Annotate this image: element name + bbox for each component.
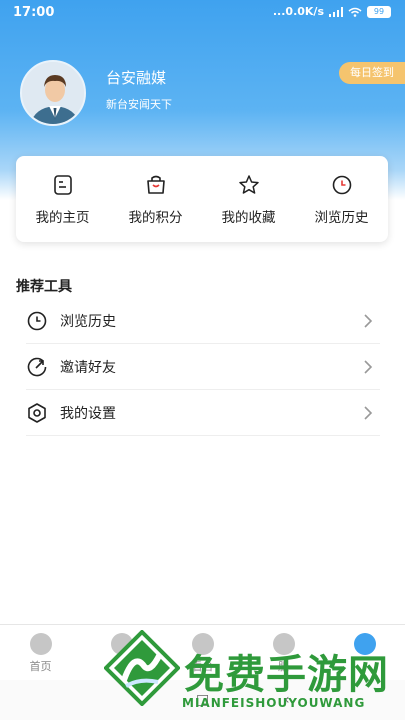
settings-hex-icon [28, 402, 46, 423]
quick-label: 我的主页 [35, 210, 90, 226]
signal-icon [329, 6, 343, 17]
tool-row-invite[interactable]: 邀请好友 [26, 344, 380, 390]
quick-item-homepage[interactable]: 我的主页 [16, 156, 109, 242]
clock-icon [27, 311, 47, 330]
wifi-icon [348, 7, 362, 17]
network-speed: ...0.0K/s [272, 5, 324, 18]
battery-icon: 99 [367, 5, 391, 18]
tool-row-history[interactable]: 浏览历史 [26, 298, 380, 344]
status-indicators: ...0.0K/s 99 [273, 5, 391, 18]
watermark-logo-icon [104, 630, 180, 706]
quick-item-favorites[interactable]: 我的收藏 [202, 156, 295, 242]
tool-label: 浏览历史 [60, 313, 116, 330]
status-bar: 17:00 ...0.0K/s 99 [0, 0, 405, 26]
chevron-right-icon [364, 360, 373, 374]
tab-home[interactable]: 首页 [0, 625, 81, 680]
chevron-right-icon [364, 406, 373, 420]
clock-icon [332, 175, 351, 195]
avatar[interactable] [20, 60, 86, 126]
tool-row-settings[interactable]: 我的设置 [26, 390, 380, 436]
user-slogan: 新台安闻天下 [106, 98, 172, 111]
invite-arrow-icon [27, 357, 47, 376]
section-title: 推荐工具 [16, 279, 72, 295]
quick-item-history[interactable]: 浏览历史 [295, 156, 388, 242]
home-tab-icon [29, 633, 52, 655]
watermark: 免费手游网 MIANFEISHOUYOUWANG [104, 628, 404, 720]
quick-label: 我的收藏 [221, 210, 276, 226]
watermark-text: 免费手游网 [184, 652, 389, 698]
homepage-icon [53, 175, 72, 195]
daily-checkin-button[interactable]: 每日签到 [339, 62, 405, 84]
star-icon [238, 175, 259, 194]
tool-list: 浏览历史 邀请好友 我的设置 [26, 298, 380, 436]
watermark-subtext: MIANFEISHOUYOUWANG [182, 696, 366, 710]
tab-label: 首页 [29, 660, 52, 673]
quick-actions-card: 我的主页 我的积分 我的收藏 浏览历史 [16, 156, 388, 242]
profile-page: 17:00 ...0.0K/s 99 台安融媒 新台安闻天下 每日签到 我的主页… [0, 0, 405, 720]
quick-label: 我的积分 [128, 210, 183, 226]
tool-label: 我的设置 [60, 405, 116, 422]
user-name: 台安融媒 [106, 69, 167, 87]
chevron-right-icon [364, 314, 373, 328]
quick-item-points[interactable]: 我的积分 [109, 156, 202, 242]
quick-label: 浏览历史 [314, 210, 369, 226]
status-time: 17:00 [13, 5, 55, 20]
points-bag-icon [146, 175, 165, 194]
tool-label: 邀请好友 [60, 359, 116, 376]
